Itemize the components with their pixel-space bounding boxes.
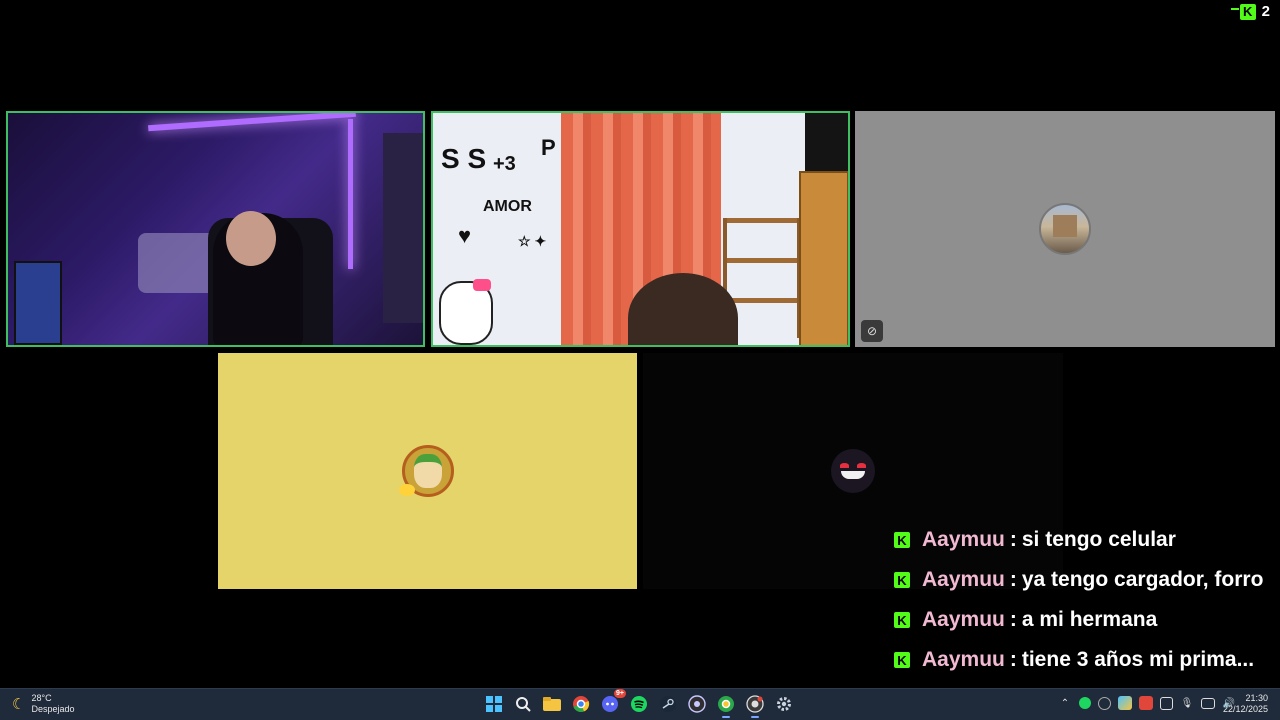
chat-message: K Aaymuu : tiene 3 años mi prima...	[894, 640, 1274, 680]
tray-red-app-icon[interactable]	[1139, 696, 1153, 710]
chat-message: K Aaymuu : si tengo celular	[894, 520, 1274, 560]
participant-avatar-tile-3[interactable]: ⊘	[855, 111, 1275, 347]
discord-notification-badge: 9+	[614, 689, 626, 698]
file-explorer-icon[interactable]	[540, 692, 564, 716]
network-icon[interactable]	[1201, 697, 1215, 709]
chat-username: Aaymuu	[922, 568, 1005, 591]
system-tray: ⌃ 🎙 🔊	[1058, 696, 1236, 710]
taskbar: ☾ 28°C Despejado 9+ ⌃ 🎙 🔊 21:30 22/12/20…	[0, 688, 1280, 720]
participant-avatar	[399, 445, 454, 497]
kick-viewer-indicator: K 2	[1239, 3, 1270, 20]
tray-colorful-icon[interactable]	[1118, 696, 1132, 710]
participant-avatar	[831, 449, 875, 493]
chat-overlay: K Aaymuu : si tengo celular K Aaymuu : y…	[894, 520, 1274, 680]
clock[interactable]: 21:30 22/12/2025	[1223, 693, 1268, 715]
chevron-up-icon[interactable]: ⌃	[1058, 696, 1072, 710]
kick-badge-icon: K	[894, 612, 910, 628]
tray-app-icon[interactable]	[1098, 696, 1111, 710]
steam-icon[interactable]	[656, 692, 680, 716]
tray-window-icon[interactable]	[1160, 696, 1173, 710]
microphone-icon[interactable]: 🎙	[1180, 696, 1194, 710]
chrome-icon[interactable]	[569, 692, 593, 716]
obs-icon[interactable]	[685, 692, 709, 716]
chrome-profile-icon[interactable]	[714, 692, 738, 718]
participant-video-tile-2[interactable]: S S +3 AMOR ♥ ☆ ✦ P	[431, 111, 850, 347]
camera-off-icon: ⊘	[861, 320, 883, 342]
weather-temp: 28°C	[31, 693, 52, 703]
chat-username: Aaymuu	[922, 648, 1005, 671]
chat-text: ya tengo cargador, forro	[1021, 568, 1264, 591]
kick-logo-icon: K	[1239, 3, 1256, 20]
participant-video-tile-1[interactable]	[6, 111, 425, 347]
kick-badge-icon: K	[894, 572, 910, 588]
clock-time: 21:30	[1245, 693, 1268, 703]
chat-username: Aaymuu	[922, 608, 1005, 631]
chat-message: K Aaymuu : a mi hermana	[894, 600, 1274, 640]
spotify-tray-icon[interactable]	[1079, 697, 1091, 709]
chrome-profile-2-icon[interactable]	[743, 692, 767, 718]
windows-start-icon[interactable]	[482, 692, 506, 716]
kick-badge-icon: K	[894, 652, 910, 668]
viewer-count: 2	[1261, 3, 1270, 20]
participant-avatar	[1039, 203, 1091, 255]
chat-username: Aaymuu	[922, 528, 1005, 551]
settings-icon[interactable]	[772, 692, 796, 716]
moon-icon: ☾	[12, 696, 26, 713]
clock-date: 22/12/2025	[1222, 704, 1268, 714]
taskbar-apps: 9+	[482, 689, 796, 718]
chat-text: a mi hermana	[1021, 608, 1158, 631]
chat-message: K Aaymuu : ya tengo cargador, forro	[894, 560, 1274, 600]
search-icon[interactable]	[511, 692, 535, 716]
weather-condition: Despejado	[31, 704, 75, 714]
kick-badge-icon: K	[894, 532, 910, 548]
chat-text: si tengo celular	[1021, 528, 1176, 551]
chat-text: tiene 3 años mi prima...	[1021, 648, 1255, 671]
discord-icon[interactable]: 9+	[598, 689, 626, 716]
participant-avatar-tile-4[interactable]	[218, 353, 637, 589]
weather-widget[interactable]: ☾ 28°C Despejado	[12, 693, 74, 715]
spotify-icon[interactable]	[627, 692, 651, 716]
minimize-line[interactable]	[1231, 8, 1239, 10]
video-content	[383, 133, 423, 323]
